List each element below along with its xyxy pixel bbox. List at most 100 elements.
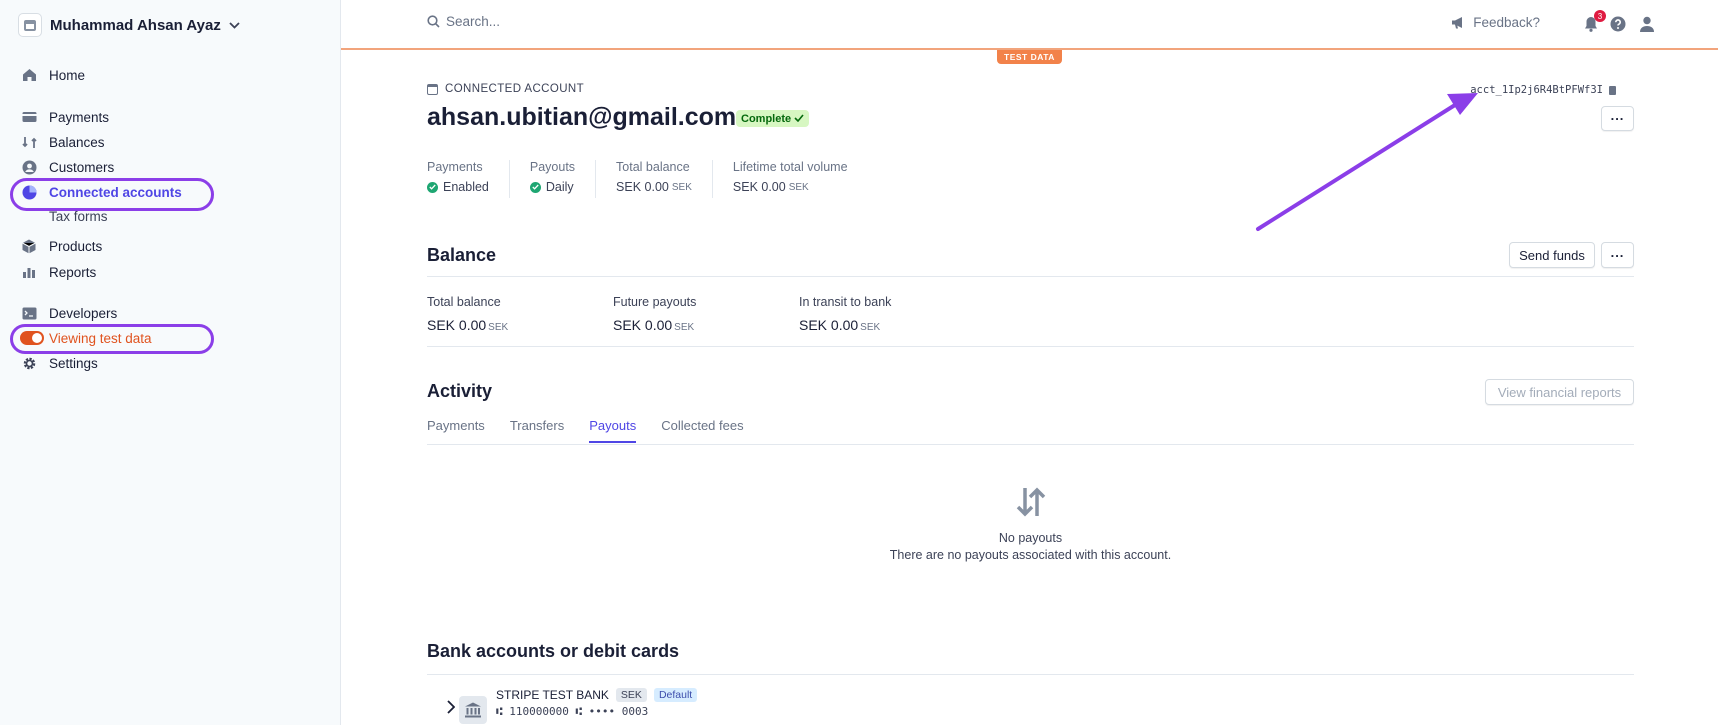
stat-total-balance: Total balance SEK 0.00 SEK: [616, 160, 713, 198]
sidebar-item-settings[interactable]: Settings: [20, 352, 98, 374]
send-funds-button[interactable]: Send funds: [1509, 242, 1595, 268]
sidebar: Muhammad Ahsan Ayaz Home Payments Balanc…: [0, 0, 341, 725]
search-icon: [427, 15, 440, 28]
empty-state: No payouts There are no payouts associat…: [427, 486, 1634, 562]
stat-payments: Payments Enabled: [427, 160, 510, 198]
profile-button[interactable]: [1637, 14, 1657, 34]
ellipsis-icon: ...: [1610, 108, 1625, 123]
tab-payments[interactable]: Payments: [427, 418, 485, 443]
sidebar-item-label: Settings: [49, 355, 98, 371]
payments-icon: [20, 108, 38, 126]
view-financial-reports-button[interactable]: View financial reports: [1485, 379, 1634, 405]
balance-label: In transit to bank: [799, 295, 892, 309]
currency-code: SEK: [488, 322, 509, 333]
tab-collected-fees[interactable]: Collected fees: [661, 418, 743, 443]
sidebar-item-label: Home: [49, 67, 86, 83]
account-id[interactable]: acct_1Ip2j6R4BtPFWf3I: [1470, 84, 1616, 96]
balance-value: SEK 0.00: [427, 317, 487, 333]
megaphone-icon: [1452, 17, 1463, 29]
divider: [427, 444, 1634, 445]
balance-future-payouts: Future payouts SEK 0.00 SEK: [613, 295, 799, 333]
sidebar-item-customers[interactable]: Customers: [20, 156, 114, 178]
home-icon: [20, 66, 38, 84]
bank-name: STRIPE TEST BANK: [496, 688, 609, 702]
divider: [427, 346, 1634, 347]
page-title: ahsan.ubitian@gmail.com: [427, 103, 737, 131]
sidebar-item-label: Payments: [49, 109, 110, 125]
feedback-label: Feedback?: [1473, 15, 1540, 30]
currency-code: SEK: [860, 322, 881, 333]
tab-transfers[interactable]: Transfers: [510, 418, 564, 443]
account-logo-icon: [18, 13, 42, 37]
balance-more-button[interactable]: ...: [1601, 242, 1634, 268]
sidebar-item-label: Reports: [49, 264, 97, 280]
sidebar-item-balances[interactable]: Balances: [20, 131, 105, 153]
default-badge: Default: [653, 688, 698, 702]
account-stats: Payments Enabled Payouts Daily Total bal…: [427, 160, 888, 198]
status-badge: Complete: [736, 110, 810, 127]
currency-code: SEK: [788, 181, 809, 193]
sidebar-item-payments[interactable]: Payments: [20, 106, 109, 128]
tab-payouts[interactable]: Payouts: [589, 418, 637, 443]
sidebar-item-developers[interactable]: Developers: [20, 302, 117, 324]
sidebar-item-label: Products: [49, 238, 103, 254]
currency-code: SEK: [674, 322, 695, 333]
balance-total: Total balance SEK 0.00 SEK: [427, 295, 613, 333]
stat-lifetime-volume: Lifetime total volume SEK 0.00 SEK: [733, 160, 868, 198]
sidebar-item-label: Balances: [49, 134, 105, 150]
sidebar-item-reports[interactable]: Reports: [20, 261, 96, 283]
balance-heading: Balance: [427, 245, 497, 265]
chevron-down-icon: [229, 21, 240, 29]
sidebar-item-tax-forms[interactable]: Tax forms: [20, 205, 108, 227]
activity-tabs: Payments Transfers Payouts Collected fee…: [427, 418, 769, 443]
notification-count-badge: 3: [1594, 10, 1606, 22]
sidebar-item-home[interactable]: Home: [20, 64, 85, 86]
stat-payouts: Payouts Daily: [529, 160, 597, 198]
balance-label: Total balance: [427, 295, 501, 309]
topbar: Search... Feedback? 3: [341, 0, 1718, 50]
help-icon: [1610, 16, 1626, 32]
stat-label: Payments: [427, 160, 483, 174]
copy-icon[interactable]: [1609, 85, 1616, 95]
bank-accounts-heading: Bank accounts or debit cards: [427, 641, 680, 661]
divider: [427, 276, 1634, 277]
ellipsis-icon: ...: [1610, 244, 1625, 260]
bank-icon: [459, 696, 487, 724]
check-icon: [794, 113, 804, 125]
section-label: CONNECTED ACCOUNT: [427, 83, 584, 95]
sidebar-item-products[interactable]: Products: [20, 235, 102, 257]
test-data-badge: TEST DATA: [997, 50, 1062, 64]
chevron-right-icon[interactable]: [447, 700, 455, 714]
bank-currency-badge: SEK: [615, 688, 647, 702]
stat-value: Enabled: [443, 180, 489, 194]
bank-account-row[interactable]: STRIPE TEST BANK SEK Default ⑆ 110000000…: [447, 688, 698, 724]
transfer-arrows-icon: [1016, 487, 1045, 517]
stat-value: Daily: [545, 180, 574, 194]
notifications-button[interactable]: 3: [1581, 10, 1606, 34]
account-switcher[interactable]: Muhammad Ahsan Ayaz: [18, 13, 240, 37]
annotation-highlight-test-data: [10, 324, 214, 354]
balance-label: Future payouts: [613, 295, 697, 309]
activity-heading: Activity: [427, 381, 493, 401]
balances-icon: [20, 133, 38, 151]
empty-title: No payouts: [998, 531, 1063, 545]
balance-summary: Total balance SEK 0.00 SEK Future payouts…: [427, 295, 985, 333]
help-button[interactable]: [1608, 14, 1628, 34]
bank-account-number: ⑆ 110000000 ⑆ •••• 0003: [496, 705, 649, 718]
sidebar-item-label: Tax forms: [49, 208, 108, 224]
account-name: Muhammad Ahsan Ayaz: [50, 16, 221, 34]
section-label-text: CONNECTED ACCOUNT: [445, 83, 585, 95]
feedback-button[interactable]: Feedback?: [1451, 15, 1540, 30]
user-icon: [1640, 16, 1654, 32]
search-placeholder: Search...: [446, 14, 501, 29]
check-circle-icon: [427, 181, 438, 193]
more-actions-button[interactable]: ...: [1601, 106, 1634, 131]
stat-value: SEK 0.00: [732, 180, 786, 194]
search-input[interactable]: Search...: [427, 14, 500, 29]
sidebar-item-label: Developers: [49, 305, 118, 321]
balance-in-transit: In transit to bank SEK 0.00 SEK: [799, 295, 985, 333]
reports-icon: [20, 263, 38, 281]
stat-label: Total balance: [616, 160, 690, 174]
balance-value: SEK 0.00: [613, 317, 673, 333]
account-icon: [427, 83, 438, 95]
